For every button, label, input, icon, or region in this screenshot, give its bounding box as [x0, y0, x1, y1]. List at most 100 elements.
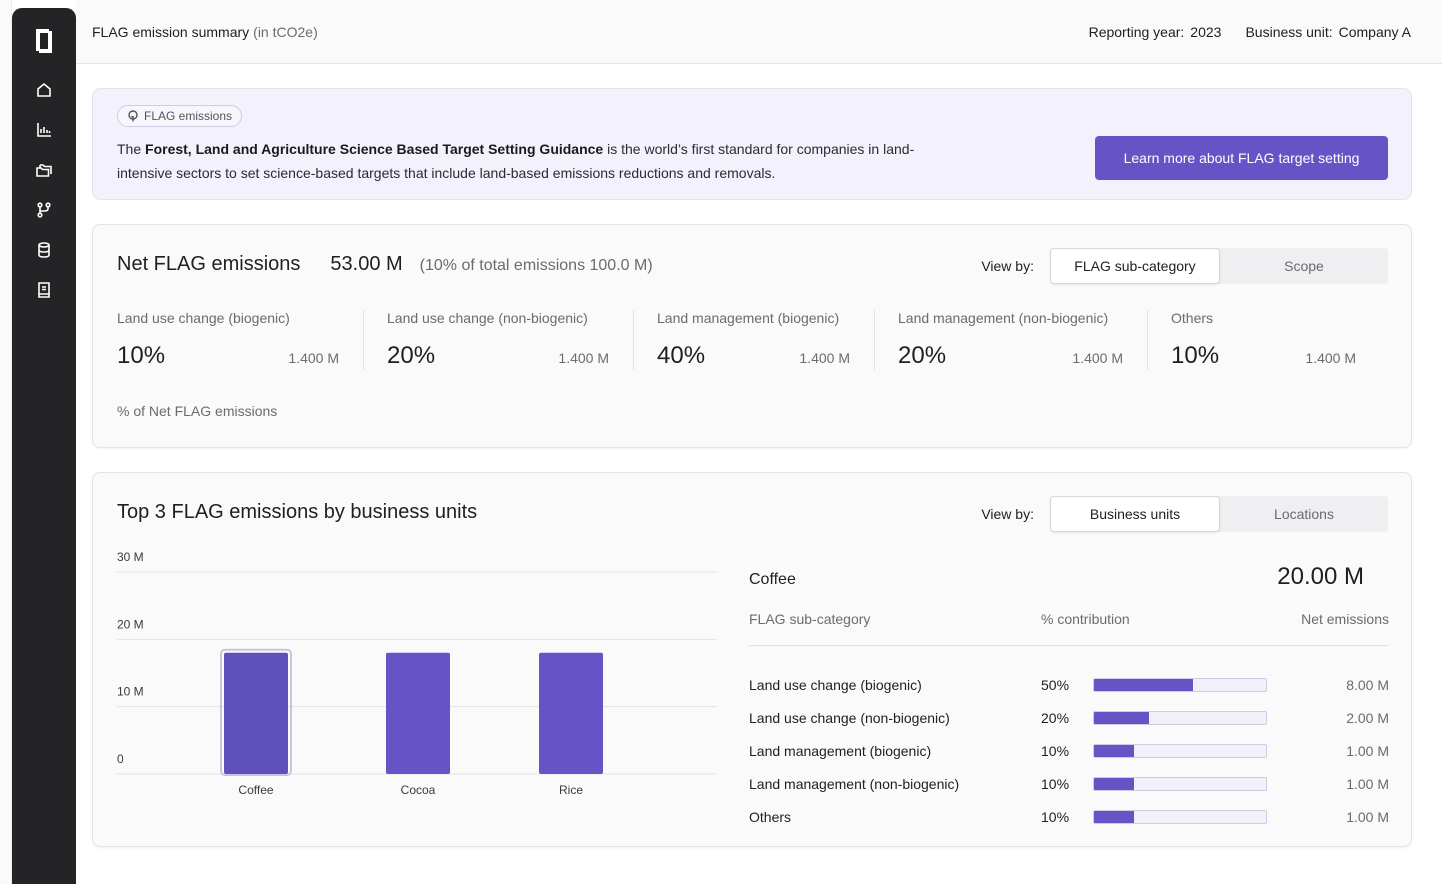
business-unit-label: Business unit: — [1245, 23, 1333, 40]
row-net-emissions: 1.00 M — [1346, 742, 1389, 759]
contribution-bar-fill — [1094, 678, 1193, 691]
bar-coffee[interactable] — [224, 652, 288, 774]
table-row: Others 10% 1.00 M — [749, 800, 1389, 833]
contribution-bar — [1093, 776, 1267, 791]
stat-pct: 40% — [657, 342, 706, 369]
sidebar — [12, 8, 76, 884]
flag-emissions-badge: FLAG emissions — [117, 105, 243, 127]
row-sub-category: Land use change (non-biogenic) — [749, 709, 950, 726]
stat-name: Land use change (non-biogenic) — [387, 310, 588, 326]
banner-text-bold: Forest, Land and Agriculture Science Bas… — [145, 141, 604, 157]
banner-description: The Forest, Land and Agriculture Science… — [117, 137, 917, 185]
contribution-bar — [1093, 710, 1267, 725]
tab-scope[interactable]: Scope — [1220, 248, 1388, 284]
bar-rice[interactable] — [539, 652, 603, 774]
sidebar-item-analytics[interactable] — [28, 116, 60, 144]
x-tick-label: Rice — [559, 783, 583, 797]
sidebar-item-database[interactable] — [28, 236, 60, 264]
stats-footnote: % of Net FLAG emissions — [117, 403, 278, 419]
main-content: FLAG emissions The Forest, Land and Agri… — [92, 88, 1412, 847]
net-title: Net FLAG emissions — [117, 253, 301, 275]
stat-pct: 20% — [898, 342, 947, 369]
y-tick-label: 20 M — [117, 617, 144, 631]
table-row: Land use change (biogenic) 50% 8.00 M — [749, 668, 1389, 701]
row-net-emissions: 8.00 M — [1346, 676, 1389, 693]
bar-cocoa[interactable] — [386, 652, 450, 774]
flag-info-banner: FLAG emissions The Forest, Land and Agri… — [92, 88, 1412, 200]
contribution-bar-fill — [1094, 777, 1135, 790]
window-edge — [0, 0, 12, 884]
app-logo-icon[interactable] — [35, 28, 53, 54]
row-pct: 50% — [1041, 676, 1070, 693]
reporting-year-value: 2023 — [1190, 23, 1222, 40]
row-pct: 10% — [1041, 742, 1070, 759]
view-by-label: View by: — [981, 258, 1034, 274]
sidebar-item-docs[interactable] — [28, 276, 60, 304]
net-view-toggle: FLAG sub-category Scope — [1050, 248, 1388, 284]
tab-business-units[interactable]: Business units — [1050, 496, 1220, 532]
detail-header: Coffee 20.00 M — [749, 563, 1389, 591]
table-row: Land management (non-biogenic) 10% 1.00 … — [749, 767, 1389, 800]
sidebar-item-workflow[interactable] — [28, 196, 60, 224]
business-unit-value: Company A — [1338, 23, 1411, 40]
top3-view-toggle: Business units Locations — [1050, 496, 1388, 532]
book-icon — [38, 282, 50, 298]
stat-pct: 20% — [387, 342, 436, 369]
stat-name: Land use change (biogenic) — [117, 310, 290, 326]
stat-name: Others — [1171, 310, 1214, 326]
bar-chart-icon — [37, 123, 51, 137]
net-total: 53.00 M — [330, 253, 403, 275]
table-row: Land use change (non-biogenic) 20% 2.00 … — [749, 701, 1389, 734]
reporting-year-label: Reporting year: — [1088, 23, 1185, 40]
row-sub-category: Land management (biogenic) — [749, 742, 932, 759]
tab-flag-sub-category[interactable]: FLAG sub-category — [1050, 248, 1220, 284]
business-unit-detail: Coffee 20.00 M FLAG sub-category % contr… — [749, 563, 1389, 833]
home-icon — [37, 82, 51, 97]
sidebar-item-home[interactable] — [28, 76, 60, 104]
row-sub-category: Others — [749, 808, 792, 825]
learn-more-button[interactable]: Learn more about FLAG target setting — [1095, 136, 1388, 180]
x-tick-label: Cocoa — [401, 783, 436, 797]
business-units-bar-chart: 0 10 M 20 M 30 M Coffee Cocoa Rice — [117, 550, 717, 813]
net-note: (10% of total emissions 100.0 M) — [419, 257, 653, 274]
page-title-unit: (in tCO2e) — [253, 23, 318, 40]
stat-pct: 10% — [1171, 342, 1220, 369]
business-unit-filter[interactable]: Business unit: Company A — [1245, 24, 1411, 40]
net-view-by: View by: FLAG sub-category Scope — [981, 248, 1388, 284]
stat-value: 1.400 M — [1072, 350, 1123, 366]
net-header: Net FLAG emissions 53.00 M (10% of total… — [117, 253, 653, 276]
row-sub-category: Land use change (biogenic) — [749, 676, 922, 693]
stat-land-management-biogenic: Land management (biogenic) 40% 1.400 M — [633, 310, 874, 370]
detail-table-body: Land use change (biogenic) 50% 8.00 M La… — [749, 668, 1389, 833]
tab-locations[interactable]: Locations — [1220, 496, 1388, 532]
report-filters: Reporting year: 2023 Business unit: Compan… — [1089, 24, 1426, 40]
top3-title: Top 3 FLAG emissions by business units — [117, 501, 478, 523]
top3-business-units-card: Top 3 FLAG emissions by business units V… — [92, 472, 1412, 847]
stat-value: 1.400 M — [558, 350, 609, 366]
x-tick-label: Coffee — [238, 783, 273, 797]
folders-icon — [36, 164, 52, 177]
row-sub-category: Land management (non-biogenic) — [749, 775, 960, 792]
detail-table-header: FLAG sub-category % contribution Net emi… — [749, 611, 1389, 646]
col-net-emissions: Net emissions — [1301, 611, 1389, 627]
stat-land-use-change-non-biogenic: Land use change (non-biogenic) 20% 1.400 … — [363, 310, 633, 370]
y-tick-label: 0 — [117, 752, 124, 766]
contribution-bar-fill — [1094, 744, 1135, 757]
bar-chart-svg: 0 10 M 20 M 30 M Coffee Cocoa Rice — [117, 550, 717, 797]
sidebar-item-folders[interactable] — [28, 156, 60, 184]
reporting-year-filter[interactable]: Reporting year: 2023 — [1089, 24, 1222, 40]
contribution-bar — [1093, 809, 1267, 824]
row-pct: 10% — [1041, 808, 1070, 825]
contribution-bar — [1093, 677, 1267, 692]
stat-value: 1.400 M — [799, 350, 850, 366]
net-flag-emissions-card: Net FLAG emissions 53.00 M (10% of total… — [92, 224, 1412, 448]
page-title: FLAG emission summary — [92, 23, 250, 40]
top3-view-by: View by: Business units Locations — [981, 496, 1388, 532]
detail-unit-name: Coffee — [749, 571, 796, 588]
detail-unit-total: 20.00 M — [1277, 563, 1364, 590]
col-sub-category: FLAG sub-category — [749, 611, 871, 627]
banner-text-prefix: The — [117, 141, 146, 157]
contribution-bar-fill — [1094, 711, 1150, 724]
database-icon — [38, 242, 50, 258]
row-pct: 20% — [1041, 709, 1070, 726]
